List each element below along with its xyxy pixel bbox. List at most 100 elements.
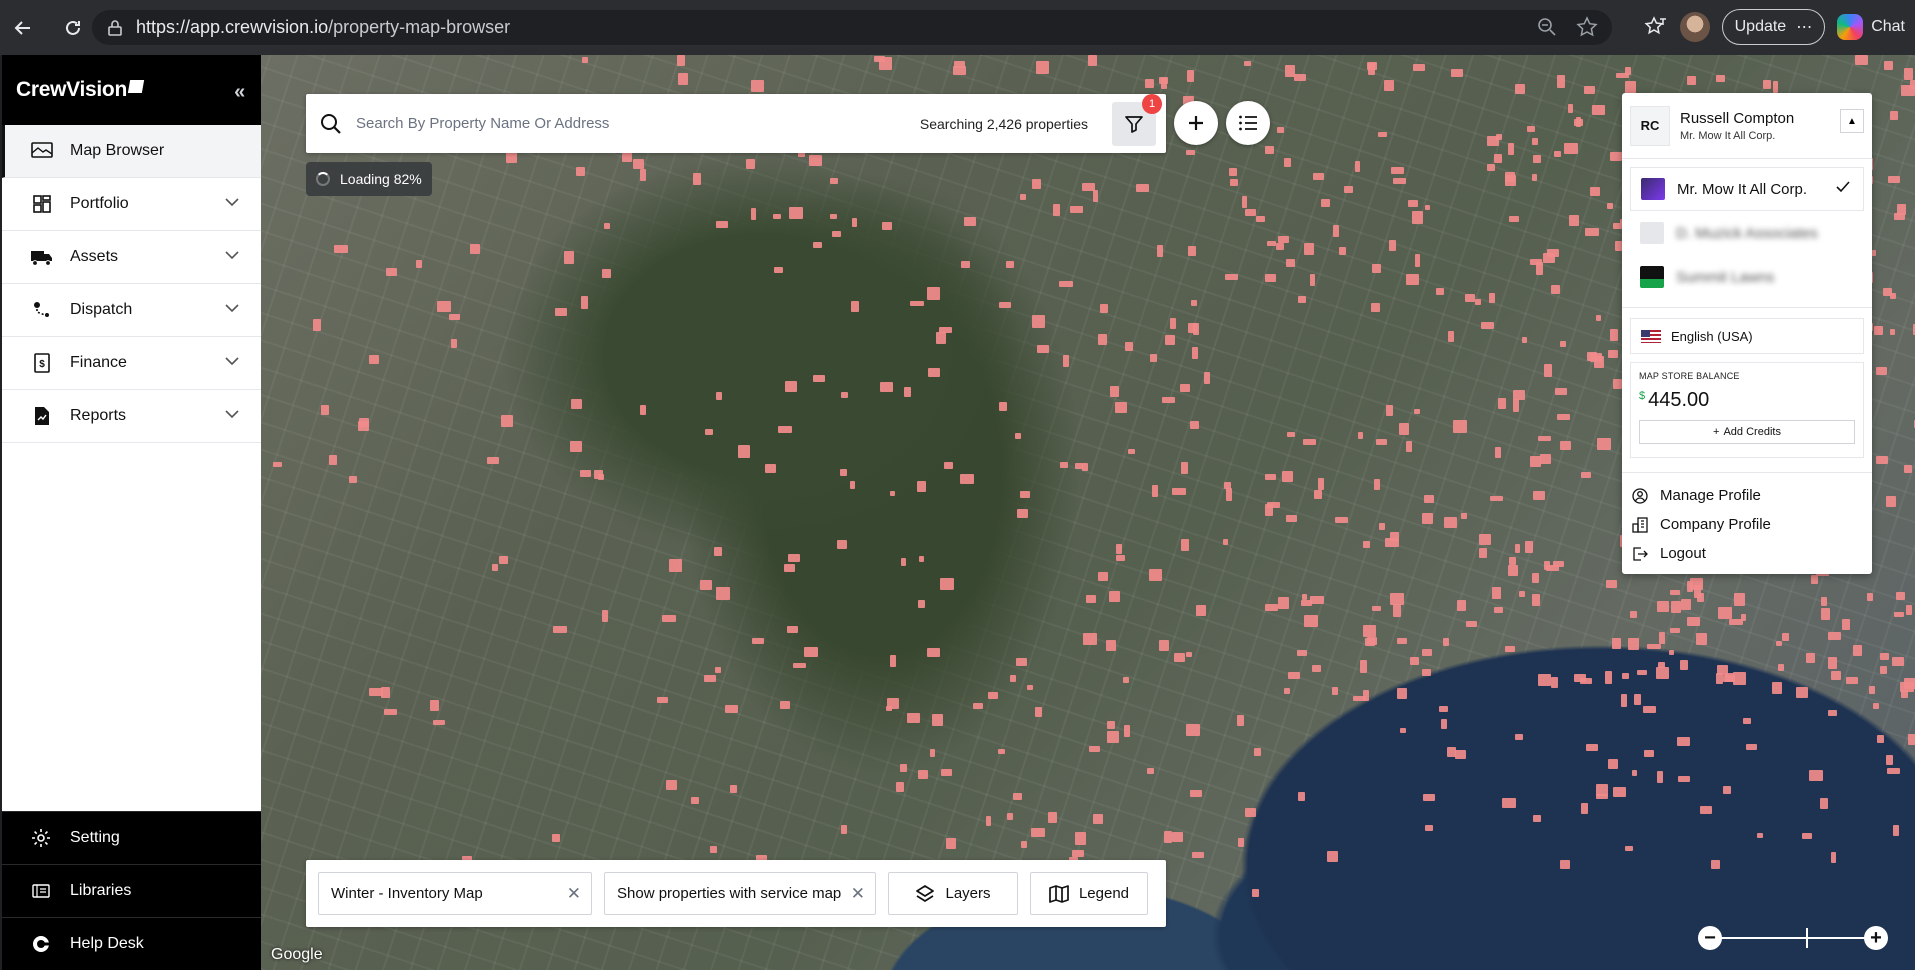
property-marker[interactable] <box>1892 657 1904 666</box>
property-marker[interactable] <box>1560 341 1566 347</box>
property-marker[interactable] <box>1508 143 1514 155</box>
property-marker[interactable] <box>1036 61 1049 74</box>
property-marker[interactable] <box>752 638 764 644</box>
property-marker[interactable] <box>1187 70 1194 82</box>
property-marker[interactable] <box>1186 724 1200 736</box>
property-marker[interactable] <box>1093 190 1098 202</box>
property-marker[interactable] <box>1670 590 1680 595</box>
property-marker[interactable] <box>896 782 904 792</box>
property-marker[interactable] <box>890 491 895 496</box>
property-marker[interactable] <box>746 159 755 169</box>
property-marker[interactable] <box>1439 706 1448 712</box>
property-marker[interactable] <box>430 700 439 711</box>
property-marker[interactable] <box>1809 770 1823 781</box>
property-marker[interactable] <box>1729 619 1743 625</box>
property-marker[interactable] <box>1594 356 1604 368</box>
caret-up-icon[interactable]: ▲ <box>1840 109 1864 133</box>
property-marker[interactable] <box>1128 449 1135 454</box>
property-marker[interactable] <box>1877 735 1884 743</box>
property-marker[interactable] <box>1901 85 1915 96</box>
property-marker[interactable] <box>1893 825 1899 836</box>
property-marker[interactable] <box>598 474 604 480</box>
property-marker[interactable] <box>927 287 940 300</box>
property-marker[interactable] <box>1519 591 1525 597</box>
property-marker[interactable] <box>1647 644 1661 649</box>
property-marker[interactable] <box>1441 719 1447 729</box>
property-marker[interactable] <box>1286 515 1297 522</box>
property-marker[interactable] <box>1884 61 1893 70</box>
property-marker[interactable] <box>1883 288 1892 296</box>
property-marker[interactable] <box>1124 725 1130 737</box>
property-marker[interactable] <box>1180 384 1190 392</box>
property-marker[interactable] <box>691 797 699 804</box>
property-marker[interactable] <box>961 261 970 268</box>
property-marker[interactable] <box>662 615 676 622</box>
property-marker[interactable] <box>1489 293 1495 303</box>
property-marker[interactable] <box>1190 421 1199 429</box>
property-marker[interactable] <box>1159 640 1169 651</box>
property-marker[interactable] <box>1906 605 1912 615</box>
property-marker[interactable] <box>751 208 756 220</box>
sidebar-item-libraries[interactable]: Libraries <box>2 864 261 917</box>
property-marker[interactable] <box>1502 798 1516 808</box>
collapse-sidebar-icon[interactable]: « <box>234 81 245 104</box>
property-marker[interactable] <box>1696 633 1707 645</box>
property-marker[interactable] <box>1063 355 1069 367</box>
property-marker[interactable] <box>852 218 857 227</box>
property-marker[interactable] <box>1806 653 1815 663</box>
property-marker[interactable] <box>1390 593 1404 605</box>
property-marker[interactable] <box>1159 77 1168 84</box>
property-marker[interactable] <box>1880 653 1889 660</box>
property-marker[interactable] <box>1186 652 1192 657</box>
property-marker[interactable] <box>570 441 582 452</box>
property-marker[interactable] <box>1188 323 1197 333</box>
property-marker[interactable] <box>788 554 800 562</box>
property-marker[interactable] <box>1017 509 1028 518</box>
property-marker[interactable] <box>998 749 1005 754</box>
property-marker[interactable] <box>1855 55 1868 65</box>
property-marker[interactable] <box>1670 628 1680 633</box>
property-marker[interactable] <box>1494 607 1503 613</box>
property-marker[interactable] <box>1301 600 1312 606</box>
property-marker[interactable] <box>1244 61 1251 66</box>
property-marker[interactable] <box>1532 138 1538 145</box>
property-marker[interactable] <box>1530 259 1542 265</box>
property-marker[interactable] <box>1053 204 1060 216</box>
property-marker[interactable] <box>1332 687 1338 695</box>
property-marker[interactable] <box>917 481 926 492</box>
property-marker[interactable] <box>1406 441 1412 452</box>
property-marker[interactable] <box>1568 104 1573 113</box>
property-marker[interactable] <box>1657 601 1669 612</box>
property-marker[interactable] <box>1887 768 1900 774</box>
property-marker[interactable] <box>1172 488 1186 495</box>
property-marker[interactable] <box>1569 215 1579 226</box>
property-marker[interactable] <box>1544 561 1550 570</box>
property-marker[interactable] <box>1358 432 1363 439</box>
property-marker[interactable] <box>1229 168 1237 176</box>
property-marker[interactable] <box>1828 632 1841 640</box>
property-marker[interactable] <box>1136 184 1149 192</box>
property-marker[interactable] <box>1897 204 1906 215</box>
property-marker[interactable] <box>1557 75 1565 88</box>
property-marker[interactable] <box>1681 599 1691 610</box>
property-marker[interactable] <box>1410 657 1419 665</box>
property-marker[interactable] <box>1763 80 1771 89</box>
property-marker[interactable] <box>1436 288 1444 295</box>
property-marker[interactable] <box>1093 814 1103 824</box>
property-marker[interactable] <box>1697 593 1704 602</box>
property-marker[interactable] <box>1481 322 1494 329</box>
property-marker[interactable] <box>1170 318 1176 329</box>
property-marker[interactable] <box>1107 731 1119 743</box>
property-marker[interactable] <box>1226 488 1232 501</box>
property-marker[interactable] <box>714 547 722 556</box>
property-marker[interactable] <box>1723 786 1731 794</box>
property-marker[interactable] <box>1613 787 1626 797</box>
property-marker[interactable] <box>939 327 952 333</box>
property-marker[interactable] <box>1406 274 1419 285</box>
property-marker[interactable] <box>851 301 859 312</box>
back-icon[interactable] <box>6 11 40 45</box>
property-marker[interactable] <box>1576 117 1581 127</box>
property-marker[interactable] <box>1150 354 1157 362</box>
property-marker[interactable] <box>1533 815 1541 822</box>
property-marker[interactable] <box>1422 649 1432 656</box>
